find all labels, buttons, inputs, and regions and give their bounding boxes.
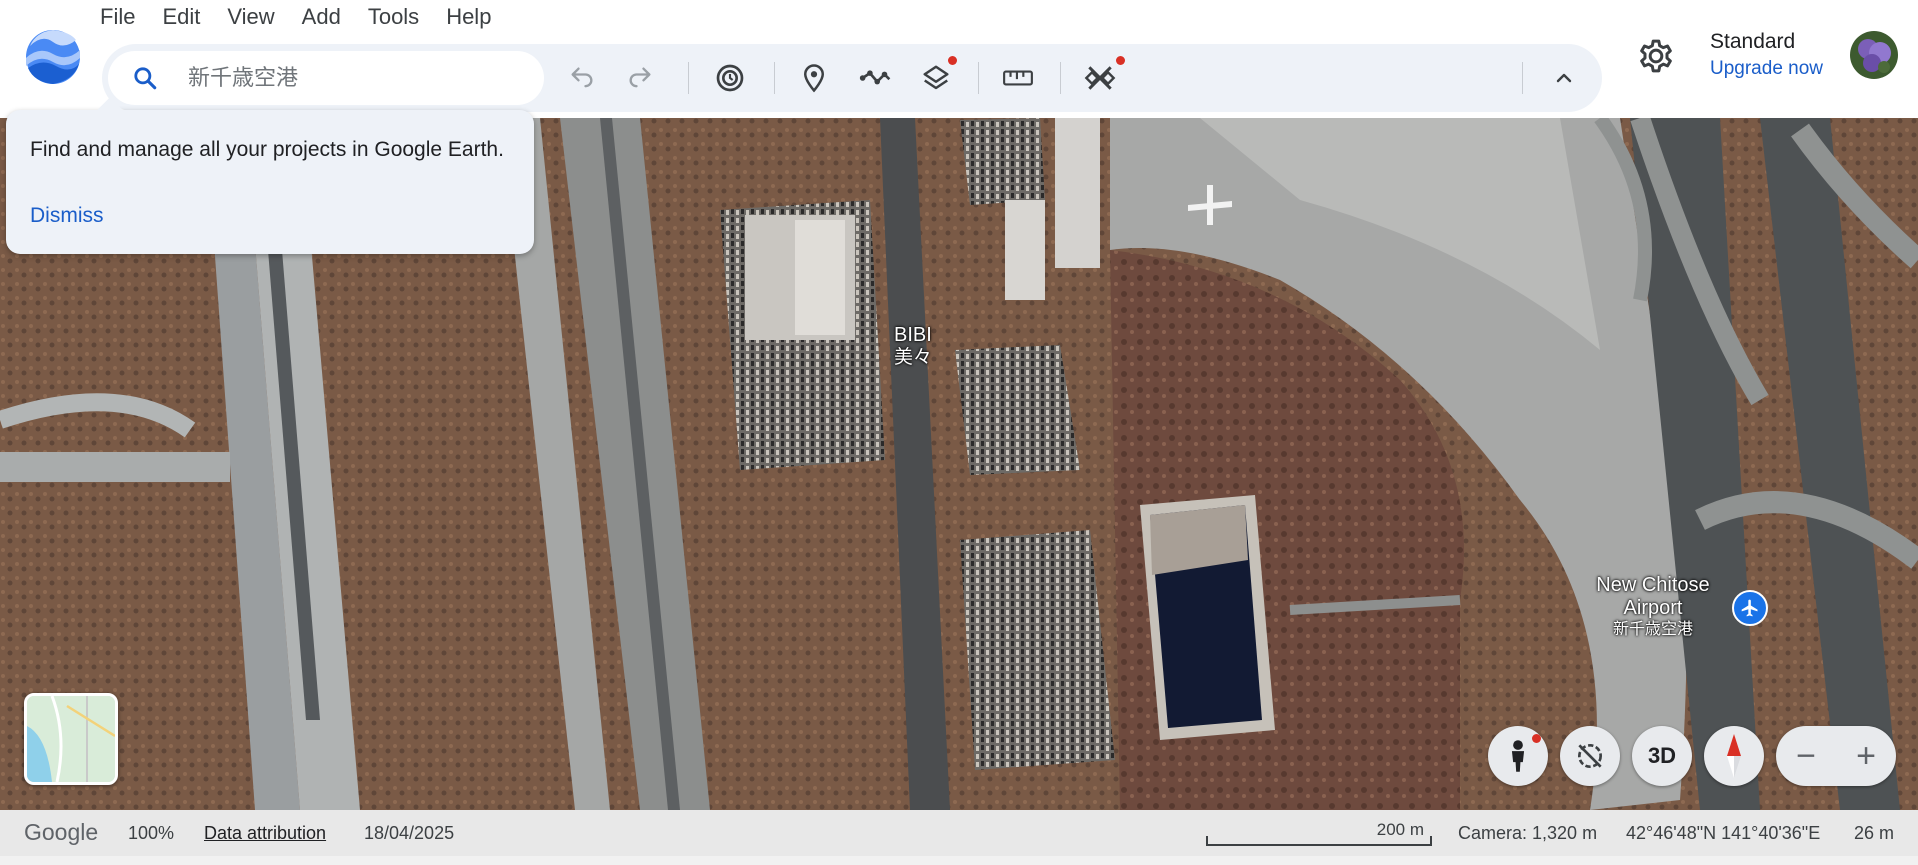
add-placemark-button[interactable]	[796, 60, 832, 96]
collapse-toolbar-button[interactable]	[1546, 60, 1582, 96]
data-attribution-link[interactable]: Data attribution	[204, 823, 326, 844]
redo-button[interactable]	[622, 60, 658, 96]
chevron-up-icon	[1556, 73, 1572, 83]
earth-logo-icon	[26, 30, 80, 84]
toolbar-divider	[688, 62, 689, 94]
airport-marker-icon[interactable]	[1732, 590, 1768, 626]
redo-icon	[629, 67, 651, 88]
menu-bar: File Edit View Add Tools Help	[100, 0, 518, 34]
search-box[interactable]	[108, 51, 544, 105]
notification-dot	[948, 56, 957, 65]
bibi-local-name: 美々	[894, 346, 933, 368]
placemark-icon	[803, 64, 825, 93]
menu-add[interactable]: Add	[302, 4, 354, 30]
airport-local-name: 新千歳空港	[1612, 619, 1693, 638]
profile-picture	[1850, 31, 1898, 79]
plan-name: Standard	[1710, 30, 1796, 53]
search-icon[interactable]	[132, 65, 158, 91]
satellite-tool-button[interactable]	[1082, 56, 1125, 96]
toolbar	[102, 44, 1602, 112]
toolbar-divider	[774, 62, 775, 94]
top-bar: File Edit View Add Tools Help 新千歳空港 Stan…	[0, 0, 1918, 118]
imagery-date: 18/04/2025	[364, 823, 455, 843]
ruler-icon	[1003, 70, 1033, 86]
elevation: 26 m	[1854, 823, 1895, 843]
bibi-name: BIBI	[894, 324, 932, 346]
google-earth-logo[interactable]	[24, 28, 82, 86]
dismiss-button[interactable]: Dismiss	[30, 204, 104, 228]
camera-altitude: Camera: 1,320 m	[1458, 823, 1598, 843]
history-button[interactable]	[712, 60, 748, 96]
settings-button[interactable]	[1636, 36, 1676, 76]
map-thumbnail-icon	[27, 696, 115, 782]
toolbar-divider	[978, 62, 979, 94]
notification-dot	[1116, 56, 1125, 65]
tooltip-message: Find and manage all your projects in Goo…	[30, 138, 504, 161]
scale-bar: 200 m	[1206, 820, 1432, 850]
compass-icon	[1727, 734, 1741, 778]
path-icon	[859, 70, 891, 85]
gear-icon	[1640, 39, 1672, 73]
menu-help[interactable]: Help	[446, 4, 504, 30]
airplane-icon	[1741, 599, 1758, 617]
compass-button[interactable]	[1704, 726, 1764, 786]
airport-name-line2: Airport	[1623, 597, 1683, 619]
coordinates: 42°46'48"N 141°40'36"E	[1626, 823, 1821, 843]
menu-view[interactable]: View	[227, 4, 287, 30]
zoom-out-button[interactable]: −	[1776, 726, 1836, 786]
toolbar-divider	[1522, 62, 1523, 94]
zoom-controls: − +	[1776, 726, 1896, 786]
pegman-icon	[1511, 740, 1525, 772]
undo-button[interactable]	[564, 60, 600, 96]
menu-file[interactable]: File	[100, 4, 148, 30]
menu-tools[interactable]: Tools	[368, 4, 432, 30]
airport-name-line1: New Chitose	[1596, 574, 1710, 596]
map-style-toggle[interactable]	[24, 693, 118, 785]
google-wordmark: Google	[24, 819, 99, 845]
undo-icon	[571, 67, 593, 88]
bibi-map-label[interactable]: BIBI 美々	[894, 324, 932, 369]
map-layers-button[interactable]	[918, 56, 957, 96]
upgrade-now-link[interactable]: Upgrade now	[1710, 58, 1823, 80]
draw-path-button[interactable]	[858, 60, 894, 96]
history-icon	[716, 64, 744, 92]
search-input[interactable]	[188, 59, 528, 97]
airport-map-label[interactable]: New Chitose Airport 新千歳空港	[1575, 574, 1731, 638]
toolbar-divider	[1060, 62, 1061, 94]
scale-line	[1206, 836, 1432, 846]
measure-button[interactable]	[1000, 60, 1036, 96]
menu-edit[interactable]: Edit	[162, 4, 213, 30]
tilt-reset-button[interactable]	[1560, 726, 1620, 786]
zoom-level: 100%	[128, 823, 175, 843]
projects-tooltip: Find and manage all your projects in Goo…	[6, 110, 534, 254]
satellite-icon	[1084, 66, 1116, 90]
notification-dot	[1532, 734, 1541, 743]
bottom-strip	[0, 856, 1918, 865]
zoom-in-button[interactable]: +	[1836, 726, 1896, 786]
avatar[interactable]	[1850, 31, 1898, 79]
3d-toggle-button[interactable]: 3D	[1632, 726, 1692, 786]
street-view-button[interactable]	[1488, 726, 1548, 786]
no-tilt-icon	[1578, 744, 1602, 768]
status-bar: Google 100% Data attribution 18/04/2025 …	[0, 810, 1918, 856]
layers-icon	[923, 65, 949, 90]
